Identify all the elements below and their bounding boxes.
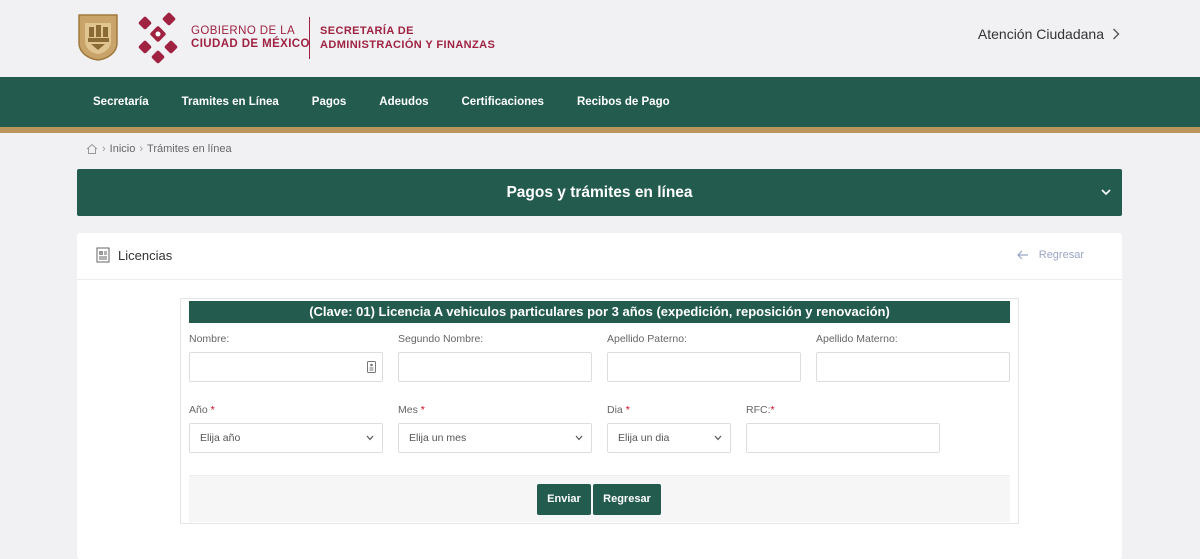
form-title: (Clave: 01) Licencia A vehiculos particu…: [189, 301, 1010, 323]
main-nav: Secretaría Tramites en Línea Pagos Adeud…: [0, 77, 1200, 127]
atencion-ciudadana-label: Atención Ciudadana: [977, 26, 1104, 42]
rfc-label: RFC:*: [746, 404, 775, 416]
apellido-paterno-input[interactable]: [607, 352, 801, 382]
chevron-right-icon: [1113, 28, 1120, 40]
apellido-materno-label: Apellido Materno:: [816, 333, 898, 345]
apellido-paterno-label: Apellido Paterno:: [607, 333, 687, 345]
arrow-left-icon: [1016, 250, 1028, 260]
document-icon: [96, 247, 110, 263]
breadcrumb-inicio[interactable]: Inicio: [110, 143, 136, 155]
cdmx-shield-logo: [78, 14, 118, 61]
header-divider: [309, 17, 310, 59]
contact-card-icon: [367, 361, 376, 373]
nombre-label: Nombre:: [189, 333, 230, 345]
form-actions: Enviar Regresar: [189, 475, 1010, 522]
chevron-down-icon[interactable]: [1100, 186, 1112, 198]
card-header: Licencias Regresar: [77, 233, 1122, 280]
licencia-form: (Clave: 01) Licencia A vehiculos particu…: [180, 298, 1019, 524]
mes-select[interactable]: Elija un mes: [398, 423, 592, 453]
regresar-button[interactable]: Regresar: [593, 484, 661, 515]
atencion-ciudadana-link[interactable]: Atención Ciudadana: [978, 26, 1120, 42]
anio-label: Año *: [189, 404, 215, 416]
anio-select-value: Elija año: [200, 432, 241, 444]
licencias-card: Licencias Regresar (Clave: 01) Licencia …: [77, 233, 1122, 559]
gobierno-wordmark: GOBIERNO DE LA CIUDAD DE MÉXICO: [191, 25, 310, 51]
home-icon[interactable]: [86, 143, 98, 155]
enviar-button[interactable]: Enviar: [537, 484, 591, 515]
chevron-down-icon: [714, 435, 722, 441]
nav-gold-stripe: [0, 127, 1200, 133]
nav-item-tramites[interactable]: Tramites en Línea: [182, 96, 279, 108]
nav-item-pagos[interactable]: Pagos: [312, 96, 347, 108]
required-asterisk: *: [770, 404, 775, 416]
site-header: GOBIERNO DE LA CIUDAD DE MÉXICO SECRETAR…: [0, 0, 1200, 77]
apellido-materno-input[interactable]: [816, 352, 1010, 382]
nav-item-certificaciones[interactable]: Certificaciones: [462, 96, 544, 108]
nav-items: Secretaría Tramites en Línea Pagos Adeud…: [93, 77, 703, 127]
dia-select-value: Elija un dia: [618, 432, 670, 444]
anio-select[interactable]: Elija año: [189, 423, 383, 453]
mes-select-value: Elija un mes: [409, 432, 467, 444]
regresar-link[interactable]: Regresar: [1016, 249, 1084, 261]
required-asterisk: *: [420, 404, 425, 416]
mes-label: Mes *: [398, 404, 425, 416]
breadcrumb-tramites: Trámites en línea: [147, 143, 232, 155]
cdmx-emblem-logo: [138, 12, 178, 64]
chevron-down-icon: [366, 435, 374, 441]
card-title: Licencias: [118, 248, 173, 263]
regresar-link-label: Regresar: [1038, 249, 1084, 261]
banner-title: Pagos y trámites en línea: [506, 184, 693, 201]
chevron-down-icon: [575, 435, 583, 441]
rfc-label-text: RFC:: [746, 404, 771, 416]
rfc-input[interactable]: [746, 423, 940, 453]
anio-label-text: Año: [189, 404, 208, 416]
dia-label: Dia *: [607, 404, 630, 416]
mes-label-text: Mes: [398, 404, 418, 416]
tramites-banner[interactable]: Pagos y trámites en línea: [77, 169, 1122, 216]
nav-item-adeudos[interactable]: Adeudos: [379, 96, 428, 108]
dia-label-text: Dia: [607, 404, 623, 416]
breadcrumb-separator: ›: [139, 143, 144, 155]
segundo-nombre-input[interactable]: [398, 352, 592, 382]
nav-item-secretaria[interactable]: Secretaría: [93, 96, 149, 108]
required-asterisk: *: [210, 404, 215, 416]
segundo-nombre-label: Segundo Nombre:: [398, 333, 484, 345]
secretaria-wordmark: SECRETARÍA DE ADMINISTRACIÓN Y FINANZAS: [320, 25, 495, 52]
secretaria-line-2: ADMINISTRACIÓN Y FINANZAS: [320, 38, 496, 51]
gobierno-line-2: CIUDAD DE MÉXICO: [191, 38, 310, 50]
required-asterisk: *: [625, 404, 630, 416]
dia-select[interactable]: Elija un dia: [607, 423, 731, 453]
breadcrumb-separator: ›: [102, 143, 106, 155]
nombre-input[interactable]: [189, 352, 383, 382]
secretaria-line-1: SECRETARÍA DE: [320, 25, 414, 37]
breadcrumb: › Inicio › Trámites en línea: [86, 143, 232, 155]
nav-item-recibos[interactable]: Recibos de Pago: [577, 96, 670, 108]
gobierno-line-1: GOBIERNO DE LA: [191, 25, 296, 37]
